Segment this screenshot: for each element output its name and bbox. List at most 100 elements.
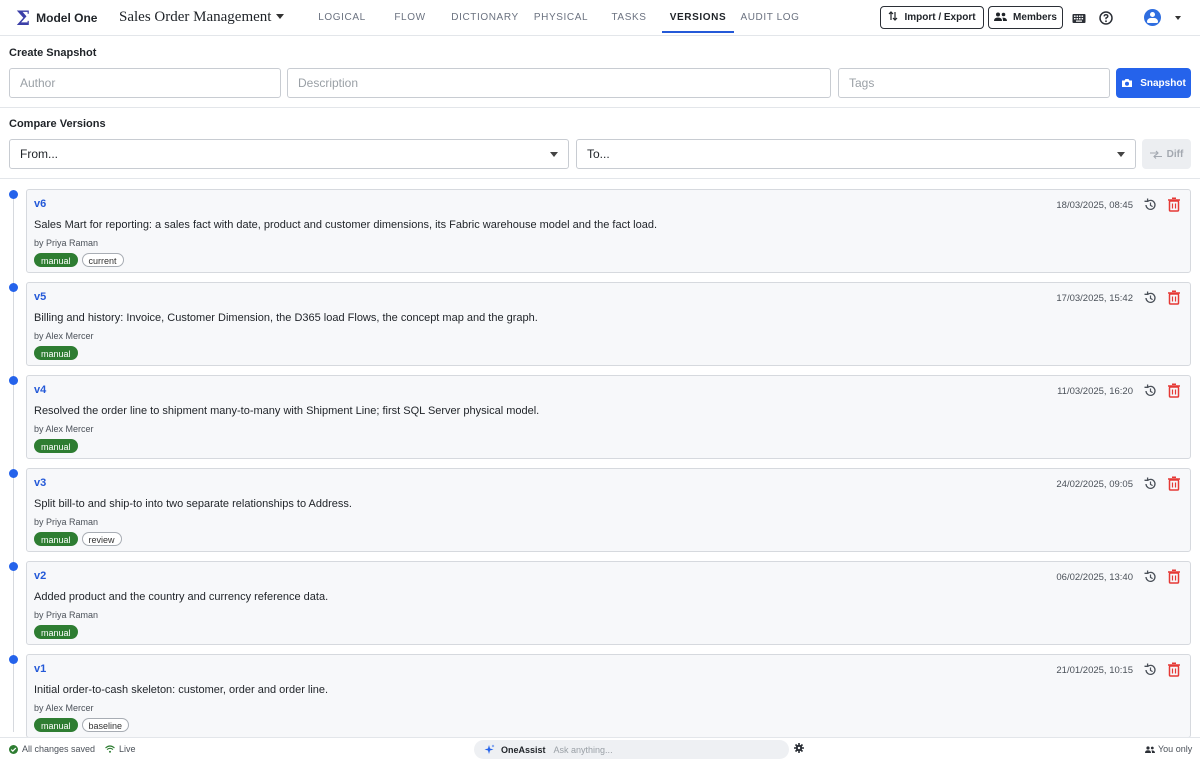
version-description: Billing and history: Invoice, Customer D… [34, 312, 538, 324]
version-date: 21/01/2025, 10:15 [1056, 665, 1133, 676]
model-name[interactable]: Sales Order Management [119, 9, 271, 26]
tab-physical[interactable]: PHYSICAL [530, 12, 592, 36]
chevron-down-icon[interactable] [276, 14, 284, 19]
tab-dictionary[interactable]: DICTIONARY [450, 12, 520, 36]
version-tag: manual [34, 532, 78, 546]
app-logo[interactable]: Σ Model One [16, 6, 98, 30]
timeline-dot [9, 376, 18, 385]
timeline-line [13, 192, 14, 732]
chevron-down-icon[interactable] [1175, 16, 1181, 20]
assistant-input[interactable]: OneAssist Ask anything... [474, 740, 789, 759]
camera-icon [1121, 78, 1133, 88]
check-circle-icon [9, 744, 18, 754]
status-bar: All changes saved Live OneAssist Ask any… [0, 737, 1200, 760]
version-tag: manual [34, 253, 78, 267]
diff-label: Diff [1166, 148, 1184, 160]
author-input[interactable]: Author [9, 68, 281, 98]
version-description: Split bill-to and ship-to into two separ… [34, 498, 352, 510]
sigma-logo-icon: Σ [16, 6, 31, 30]
version-card[interactable]: v5 Billing and history: Invoice, Customer… [26, 282, 1191, 366]
members-button[interactable]: Members [988, 6, 1063, 29]
version-card[interactable]: v1 Initial order-to-cash skeleton: custom… [26, 654, 1191, 738]
delete-trash-icon[interactable] [1167, 197, 1181, 212]
diff-button[interactable]: Diff [1142, 139, 1191, 169]
restore-history-icon[interactable] [1143, 198, 1157, 212]
top-bar: Σ Model One Sales Order Management LOGIC… [0, 0, 1200, 36]
tab-flow[interactable]: FLOW [390, 12, 430, 36]
version-description: Initial order-to-cash skeleton: customer… [34, 684, 329, 696]
keyboard-icon[interactable] [1071, 10, 1087, 26]
user-avatar-icon[interactable] [1144, 9, 1161, 26]
version-author: by Alex Mercer [34, 424, 94, 434]
version-label: v5 [34, 291, 47, 303]
delete-trash-icon[interactable] [1167, 476, 1181, 491]
version-date: 11/03/2025, 16:20 [1057, 386, 1133, 397]
version-date: 24/02/2025, 09:05 [1056, 479, 1133, 490]
version-tags: manual review [34, 532, 126, 546]
save-status-text: All changes saved [22, 744, 96, 754]
version-tag: manual [34, 718, 78, 732]
snapshot-button[interactable]: Snapshot [1116, 68, 1191, 98]
delete-trash-icon[interactable] [1167, 569, 1181, 584]
delete-trash-icon[interactable] [1167, 383, 1181, 398]
version-author: by Priya Raman [34, 238, 99, 248]
version-tags: manual current [34, 253, 128, 267]
version-label: v1 [34, 663, 47, 675]
version-tags: manual [34, 346, 82, 360]
to-version-value: To... [587, 147, 610, 161]
version-card[interactable]: v3 Split bill-to and ship-to into two sep… [26, 468, 1191, 552]
restore-history-icon[interactable] [1143, 663, 1157, 677]
version-label: v3 [34, 477, 47, 489]
restore-history-icon[interactable] [1143, 384, 1157, 398]
version-description: Added product and the country and curren… [34, 591, 329, 603]
compare-versions-title: Compare Versions [9, 118, 106, 130]
delete-trash-icon[interactable] [1167, 662, 1181, 677]
version-author: by Priya Raman [34, 517, 99, 527]
restore-history-icon[interactable] [1143, 570, 1157, 584]
sparkle-icon [484, 744, 495, 755]
import-export-button[interactable]: Import / Export [880, 6, 984, 29]
version-author: by Alex Mercer [34, 331, 94, 341]
create-snapshot-title: Create Snapshot [9, 47, 97, 59]
from-version-value: From... [20, 147, 58, 161]
tab-logical[interactable]: LOGICAL [316, 12, 368, 36]
divider [0, 107, 1200, 108]
divider [0, 178, 1200, 179]
version-tag: manual [34, 439, 78, 453]
from-version-select[interactable]: From... [9, 139, 569, 169]
assistant-placeholder: Ask anything... [553, 744, 613, 755]
chevron-down-icon [550, 152, 558, 157]
restore-history-icon[interactable] [1143, 477, 1157, 491]
tab-tasks[interactable]: TASKS [606, 12, 652, 36]
help-icon[interactable] [1098, 10, 1114, 26]
version-tag: manual [34, 346, 78, 360]
assistant-name: OneAssist [501, 744, 546, 755]
timeline-dot [9, 655, 18, 664]
restore-history-icon[interactable] [1143, 291, 1157, 305]
snapshot-label: Snapshot [1140, 77, 1186, 89]
live-status-text: Live [119, 744, 136, 754]
version-card[interactable]: v2 Added product and the country and curr… [26, 561, 1191, 645]
chevron-down-icon [1117, 152, 1125, 157]
people-icon [1145, 745, 1155, 753]
description-input[interactable]: Description [287, 68, 831, 98]
to-version-select[interactable]: To... [576, 139, 1136, 169]
delete-trash-icon[interactable] [1167, 290, 1181, 305]
app-name: Model One [36, 11, 98, 25]
version-tags: manual [34, 439, 82, 453]
visibility-text: You only [1158, 744, 1193, 754]
version-description: Sales Mart for reporting: a sales fact w… [34, 219, 658, 231]
settings-gear-icon[interactable] [794, 743, 804, 753]
swap-vertical-icon [888, 11, 898, 24]
timeline-dot [9, 283, 18, 292]
avatar-body [1147, 18, 1158, 23]
tags-input[interactable]: Tags [838, 68, 1110, 98]
version-card[interactable]: v6 Sales Mart for reporting: a sales fact… [26, 189, 1191, 273]
version-card[interactable]: v4 Resolved the order line to shipment ma… [26, 375, 1191, 459]
tab-audit-log[interactable]: AUDIT LOG [738, 12, 802, 36]
visibility-status: You only [1145, 744, 1192, 754]
timeline-dot [9, 190, 18, 199]
version-tags: manual baseline [34, 718, 133, 732]
save-status: All changes saved [9, 744, 95, 754]
avatar-head [1150, 12, 1155, 17]
